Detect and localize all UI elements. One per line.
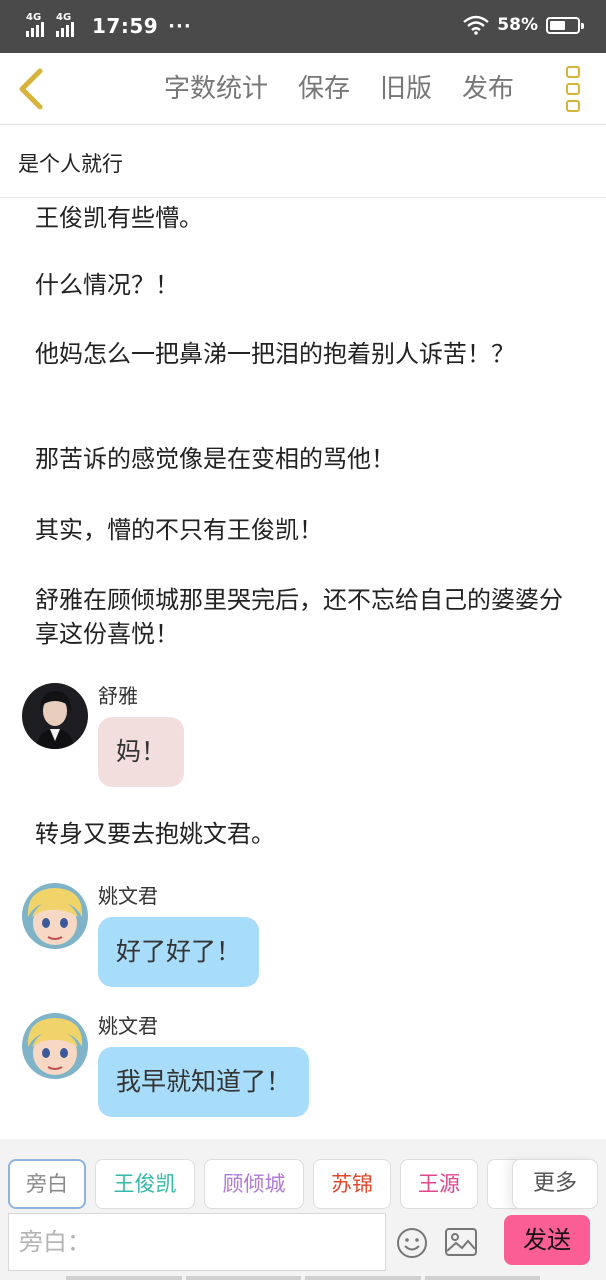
role-chip[interactable]: 顾倾城 <box>204 1159 304 1209</box>
narration-paragraph: 那苦诉的感觉像是在变相的骂他！ <box>35 445 395 473</box>
composer-panel: 旁白 王俊凯 顾倾城 苏锦 王源 易 更多 发送 <box>0 1139 606 1280</box>
narration-paragraph: 他妈怎么一把鼻涕一把泪的抱着别人诉苦！？ <box>35 340 515 368</box>
editor-toolbar: 字数统计 保存 旧版 发布 <box>0 53 606 125</box>
clock: 17:59 <box>92 14 159 38</box>
document-title-bar: 是个人就行 <box>0 126 606 198</box>
battery-percent: 58% <box>497 15 538 35</box>
word-count-button[interactable]: 字数统计 <box>164 73 268 105</box>
message-bubble: 好了好了！ <box>98 917 260 987</box>
wifi-icon <box>463 15 490 35</box>
narration-paragraph: 转身又要去抱姚文君。 <box>35 820 275 848</box>
image-icon <box>445 1228 477 1256</box>
old-version-button[interactable]: 旧版 <box>380 73 432 105</box>
role-chip[interactable]: 王源 <box>400 1159 478 1209</box>
speaker-name: 姚文君 <box>98 1014 158 1038</box>
smiley-icon <box>397 1228 427 1258</box>
speaker-name: 姚文君 <box>98 884 158 908</box>
role-chips[interactable]: 旁白 王俊凯 顾倾城 苏锦 王源 易 <box>8 1159 527 1209</box>
message-input-wrapper <box>8 1213 386 1271</box>
avatar <box>22 683 88 749</box>
image-button[interactable] <box>444 1227 478 1257</box>
message-input[interactable] <box>9 1214 385 1270</box>
signal-icon: 4G <box>56 13 80 37</box>
role-chip[interactable]: 王俊凯 <box>95 1159 195 1209</box>
signal-icon: 4G <box>26 13 50 37</box>
chip-scroll-indicator <box>66 1276 540 1280</box>
battery-icon <box>546 16 584 34</box>
speaker-name: 舒雅 <box>98 684 138 708</box>
story-content[interactable]: 王俊凯有些懵。 什么情况？！ 他妈怎么一把鼻涕一把泪的抱着别人诉苦！？ 那苦诉的… <box>0 199 606 1139</box>
battery-level <box>550 20 565 30</box>
narration-paragraph: 舒雅在顾倾城那里哭完后，还不忘给自己的婆婆分享这份喜悦！ <box>35 586 563 648</box>
status-left: 4G 4G 17:59 ··· <box>26 13 192 38</box>
role-chip[interactable]: 苏锦 <box>313 1159 391 1209</box>
message-bubble: 我早就知道了！ <box>98 1047 310 1117</box>
document-title[interactable]: 是个人就行 <box>18 148 123 178</box>
toolbar-actions: 字数统计 保存 旧版 发布 <box>164 73 514 105</box>
send-button[interactable]: 发送 <box>504 1215 590 1265</box>
role-chip-narration[interactable]: 旁白 <box>8 1159 86 1209</box>
status-right: 58% <box>463 15 584 35</box>
chevron-left-icon <box>19 68 43 110</box>
notification-dots: ··· <box>168 15 192 37</box>
message-bubble: 妈！ <box>98 717 185 787</box>
back-button[interactable] <box>14 67 54 111</box>
narration-paragraph: 什么情况？！ <box>35 271 179 299</box>
avatar <box>22 1013 88 1079</box>
save-button[interactable]: 保存 <box>298 73 350 105</box>
more-roles-button[interactable]: 更多 <box>512 1159 598 1209</box>
avatar <box>22 883 88 949</box>
narration-paragraph: 其实，懵的不只有王俊凯！ <box>35 516 323 544</box>
publish-button[interactable]: 发布 <box>462 73 514 105</box>
more-vertical-icon[interactable] <box>566 66 582 112</box>
narration-paragraph: 王俊凯有些懵。 <box>35 204 203 232</box>
status-bar: 4G 4G 17:59 ··· 58% <box>0 0 606 53</box>
emoji-button[interactable] <box>396 1227 428 1259</box>
